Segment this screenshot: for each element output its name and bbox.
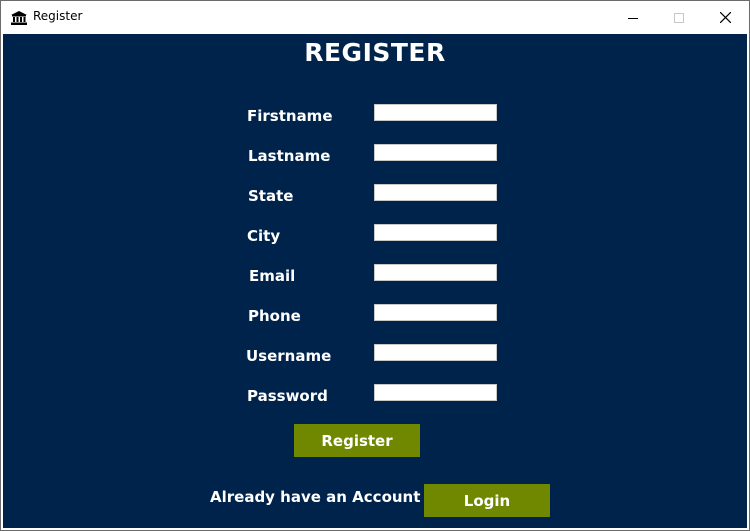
firstname-label: Firstname [247,107,333,125]
register-button[interactable]: Register [294,424,420,457]
close-button[interactable] [702,1,748,33]
minimize-button[interactable] [610,1,656,33]
phone-input[interactable] [374,304,497,321]
maximize-button [656,1,702,33]
maximize-icon [674,8,684,27]
city-input[interactable] [374,224,497,241]
password-input[interactable] [374,384,497,401]
city-label: City [247,227,281,245]
state-input[interactable] [374,184,497,201]
bank-icon [11,10,27,25]
form-panel: REGISTER Firstname Lastname State City E… [3,34,747,528]
password-label: Password [247,387,328,405]
window-title: Register [33,9,83,23]
firstname-input[interactable] [374,104,497,121]
username-input[interactable] [374,344,497,361]
register-window: Register REGISTER Firstname Lastname Sta… [0,0,750,531]
title-bar[interactable]: Register [1,1,749,33]
phone-label: Phone [248,307,301,325]
close-icon [719,8,731,27]
username-label: Username [246,347,332,365]
already-account-text: Already have an Account [210,488,421,506]
login-button[interactable]: Login [424,484,550,517]
email-label: Email [249,267,296,285]
lastname-label: Lastname [248,147,331,165]
state-label: State [248,187,294,205]
page-title: REGISTER [304,38,446,67]
email-input[interactable] [374,264,497,281]
minimize-icon [628,8,638,27]
lastname-input[interactable] [374,144,497,161]
